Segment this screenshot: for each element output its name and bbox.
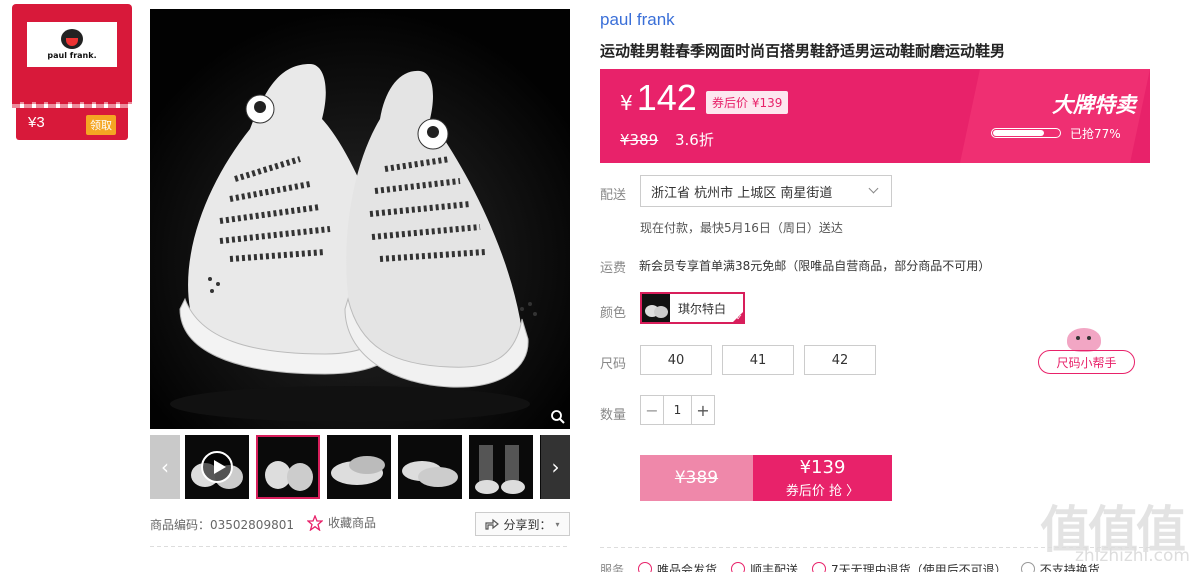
size-helper-button[interactable]: 尺码小帮手 xyxy=(1038,350,1135,374)
buy-original-price: ¥389 xyxy=(674,468,719,488)
thumbnail-image xyxy=(475,445,525,494)
buy-original-price-area: ¥389 xyxy=(640,455,753,501)
star-icon xyxy=(307,514,323,531)
service-label: 服务 xyxy=(600,562,625,572)
size-option[interactable]: 42 xyxy=(804,345,876,375)
sale-progress-fill xyxy=(993,130,1044,136)
delivery-label: 配送 xyxy=(600,188,627,203)
discount-rate: 3.6折 xyxy=(674,131,714,149)
sneaker-illustration xyxy=(150,9,570,429)
share-button[interactable]: 分享到： ▾ xyxy=(475,512,570,536)
thumbnail-item[interactable] xyxy=(469,435,533,499)
check-circle-icon xyxy=(731,562,746,572)
quantity-label: 数量 xyxy=(600,408,627,423)
buy-button[interactable]: ¥389 ¥139 券后价 抢 〉 xyxy=(640,455,892,501)
color-option-label: 琪尔特白 xyxy=(678,301,727,316)
main-product-image[interactable] xyxy=(150,9,570,429)
chevron-down-icon: ▾ xyxy=(555,519,560,529)
favorite-button[interactable]: 收藏商品 xyxy=(307,514,376,531)
coupon-brand-area: paul frank. xyxy=(12,4,132,104)
check-circle-icon xyxy=(812,562,827,572)
color-option-selected[interactable]: 琪尔特白 xyxy=(640,292,745,324)
quantity-increase-button[interactable]: + xyxy=(692,396,714,424)
original-price: ¥389 xyxy=(620,131,659,149)
size-option[interactable]: 41 xyxy=(722,345,794,375)
delivery-note: 现在付款，最快5月16日（周日）送达 xyxy=(640,221,843,235)
thumbnail-image xyxy=(402,461,458,487)
coupon-card[interactable]: paul frank. ¥3 领取 xyxy=(12,4,132,140)
brand-link[interactable]: paul frank xyxy=(600,10,675,30)
sale-progress-text: 已抢77% xyxy=(1070,127,1121,141)
color-swatch xyxy=(642,294,670,322)
thumbnail-image xyxy=(265,461,313,491)
thumbnail-item[interactable] xyxy=(398,435,462,499)
quantity-input[interactable]: 1 xyxy=(663,396,692,424)
service-item: 7天无理由退货（使用后不可退） xyxy=(812,561,1007,572)
coupon-claim-button[interactable]: 领取 xyxy=(86,115,116,135)
thumbnail-item[interactable] xyxy=(327,435,391,499)
product-title: 运动鞋男鞋春季网面时尚百搭男鞋舒适男运动鞋耐磨运动鞋男 xyxy=(600,42,1006,60)
promo-title: 大牌特卖 xyxy=(1052,93,1136,117)
quantity-decrease-button[interactable]: − xyxy=(641,396,663,424)
original-price-row: ¥389 3.6折 xyxy=(620,129,714,150)
zoom-icon[interactable] xyxy=(550,409,566,425)
service-text: 7天无理由退货（使用后不可退） xyxy=(831,562,1007,572)
thumbnail-prev-button[interactable]: ‹ xyxy=(150,435,180,499)
thumbnail-image xyxy=(331,456,385,485)
info-circle-icon xyxy=(1020,562,1035,572)
address-value: 浙江省 杭州市 上城区 南星街道 xyxy=(651,185,833,201)
buy-now-area[interactable]: ¥139 券后价 抢 〉 xyxy=(753,455,892,501)
thumbnail-video[interactable] xyxy=(185,435,249,499)
address-select[interactable]: 浙江省 杭州市 上城区 南星街道 xyxy=(640,175,892,207)
price-panel: ¥ 142 券后价 ¥139 ¥389 3.6折 大牌特卖 已抢77% xyxy=(600,69,1150,163)
sale-progress-bar xyxy=(991,128,1061,138)
coupon-amount-area: ¥3 领取 xyxy=(16,108,128,140)
share-label: 分享到： xyxy=(503,517,552,532)
monkey-logo-icon xyxy=(61,29,83,49)
service-text: 唯品会发货 xyxy=(657,562,718,572)
buy-label: 券后价 抢 〉 xyxy=(785,484,860,499)
watermark-url: zhizhizhi.com xyxy=(1075,546,1190,566)
size-label: 尺码 xyxy=(600,357,627,372)
buy-price: ¥139 xyxy=(799,457,846,478)
favorite-label: 收藏商品 xyxy=(328,516,377,530)
thumbnail-next-button[interactable]: › xyxy=(541,435,570,499)
current-price-value: 142 xyxy=(636,77,697,118)
quantity-stepper: − 1 + xyxy=(640,395,715,425)
service-text: 顺丰配送 xyxy=(750,562,799,572)
divider xyxy=(150,546,570,547)
shipping-text: 新会员专享首单满38元免邮（限唯品自营商品，部分商品不可用） xyxy=(639,259,991,273)
currency-symbol: ¥ xyxy=(620,91,633,115)
coupon-brand-text: paul frank. xyxy=(47,51,97,60)
check-icon xyxy=(731,310,745,324)
size-option[interactable]: 40 xyxy=(640,345,712,375)
current-price: ¥ 142 xyxy=(620,77,697,119)
service-row: 服务 唯品会发货 顺丰配送 7天无理由退货（使用后不可退） 不支持换货 xyxy=(600,561,1100,572)
check-circle-icon xyxy=(638,562,653,572)
product-meta-row: 商品编码：03502809801 收藏商品 分享到： ▾ xyxy=(150,512,570,536)
service-item: 顺丰配送 xyxy=(731,561,798,572)
coupon-amount: ¥3 xyxy=(28,114,45,131)
brand-logo: paul frank. xyxy=(27,22,117,67)
thumbnail-strip: ‹ › xyxy=(150,435,570,499)
shipping-label: 运费 xyxy=(600,261,627,276)
sku-code: 商品编码：03502809801 xyxy=(150,518,294,532)
coupon-price-tag: 券后价 ¥139 xyxy=(706,91,789,114)
service-item: 唯品会发货 xyxy=(638,561,717,572)
color-label: 颜色 xyxy=(600,306,627,321)
share-icon xyxy=(485,518,500,530)
mascot-icon xyxy=(1067,328,1101,352)
chevron-down-icon xyxy=(868,183,879,194)
thumbnail-item[interactable] xyxy=(256,435,320,499)
shoe-swatch-image xyxy=(645,305,668,318)
play-icon[interactable] xyxy=(201,451,233,483)
